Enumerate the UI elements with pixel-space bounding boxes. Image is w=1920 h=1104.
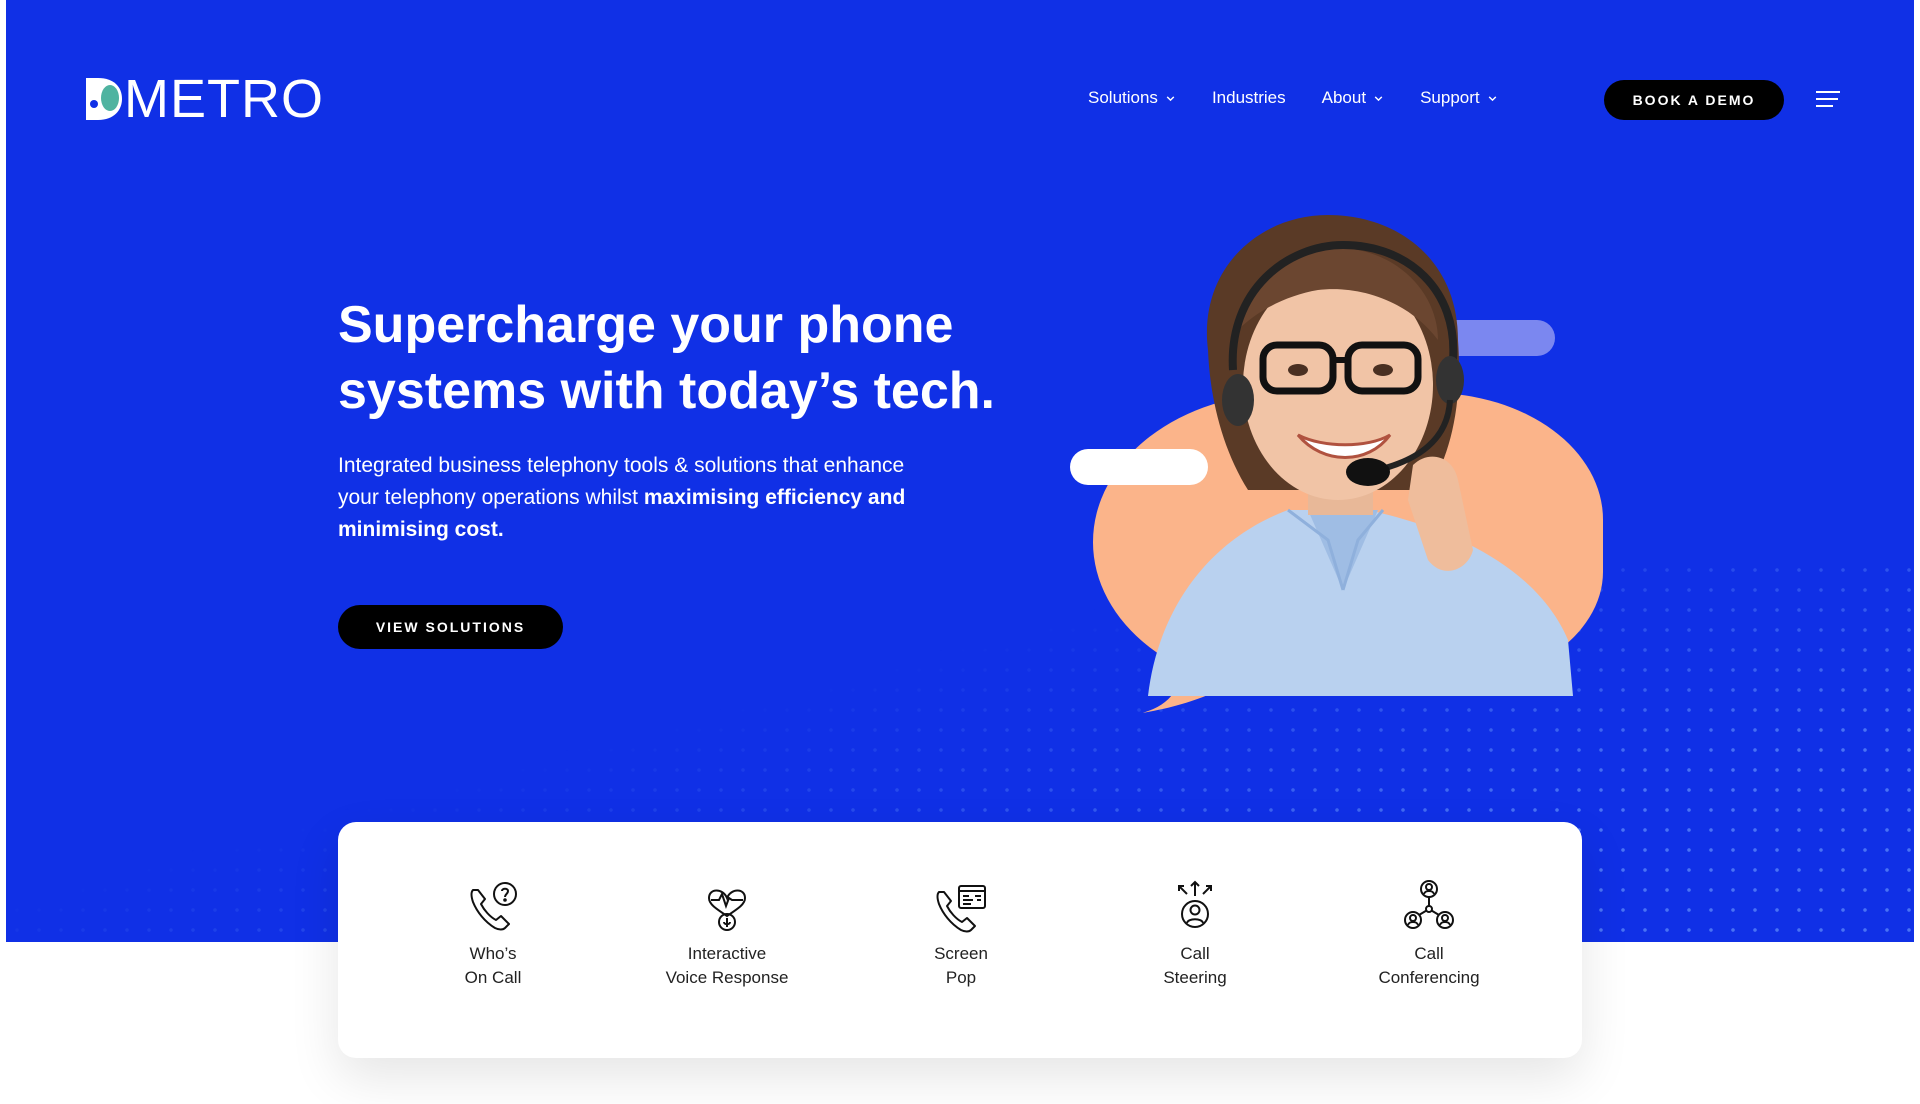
nav-item-industries[interactable]: Industries xyxy=(1212,88,1286,108)
phone-question-icon xyxy=(470,882,517,931)
nav-label: About xyxy=(1321,88,1367,107)
nav-item-solutions[interactable]: Solutions xyxy=(1088,88,1176,108)
feature-label: Interactive Voice Response xyxy=(627,942,827,990)
feature-label-line2: Voice Response xyxy=(665,968,789,987)
chevron-down-icon xyxy=(1166,95,1175,101)
feature-label-line2: Conferencing xyxy=(1378,968,1480,987)
phone-chat-logo-icon xyxy=(86,78,122,120)
feature-label-line2: Steering xyxy=(1163,968,1227,987)
feature-label: Screen Pop xyxy=(861,942,1061,990)
feature-label: Call Conferencing xyxy=(1329,942,1529,990)
nav-label: Industries xyxy=(1211,88,1286,107)
feature-label-line1: Screen xyxy=(934,944,988,963)
feature-label-line2: On Call xyxy=(464,968,522,987)
conference-users-icon xyxy=(1404,880,1454,929)
features-card: Who’s On Call Interactive Voice Response… xyxy=(338,822,1582,1058)
feature-label-line2: Pop xyxy=(945,968,977,987)
voice-heartbeat-icon xyxy=(707,889,747,931)
headline-line-1: Supercharge your phone xyxy=(338,296,954,354)
feature-screen-pop[interactable]: Screen Pop xyxy=(861,878,1061,990)
nav-item-support[interactable]: Support xyxy=(1420,88,1498,108)
headline-line-2: systems with today’s tech. xyxy=(338,362,995,420)
call-steering-icon xyxy=(1178,880,1212,928)
brand-logo[interactable]: METRO xyxy=(84,69,324,129)
feature-label-line1: Who’s xyxy=(469,944,517,963)
feature-label: Call Steering xyxy=(1095,942,1295,990)
feature-call-conferencing[interactable]: Call Conferencing xyxy=(1329,878,1529,990)
book-demo-button[interactable]: BOOK A DEMO xyxy=(1604,80,1784,120)
hamburger-menu-icon[interactable] xyxy=(1816,91,1840,109)
call-center-agent-image xyxy=(1148,215,1573,696)
feature-whos-on-call[interactable]: Who’s On Call xyxy=(393,878,593,990)
nav-item-about[interactable]: About xyxy=(1322,88,1384,108)
nav-label: Support xyxy=(1420,88,1480,107)
hero-subtitle: Integrated business telephony tools & so… xyxy=(338,450,938,546)
feature-label-line1: Call xyxy=(1180,944,1210,963)
chevron-down-icon xyxy=(1374,95,1383,101)
feature-label-line1: Interactive xyxy=(687,944,767,963)
view-solutions-button[interactable]: VIEW SOLUTIONS xyxy=(338,605,563,649)
feature-label-line1: Call xyxy=(1414,944,1444,963)
chevron-down-icon xyxy=(1488,95,1496,101)
hero-headline: Supercharge your phone systems with toda… xyxy=(338,292,1058,424)
nav-label: Solutions xyxy=(1088,88,1158,107)
feature-label: Who’s On Call xyxy=(393,942,593,990)
feature-interactive-voice-response[interactable]: Interactive Voice Response xyxy=(627,878,827,990)
brand-name: METRO xyxy=(124,69,324,129)
hero-section xyxy=(6,0,1914,942)
phone-screen-icon xyxy=(936,885,986,933)
main-nav: Solutions Industries About Support xyxy=(1088,88,1498,108)
feature-call-steering[interactable]: Call Steering xyxy=(1095,878,1295,990)
